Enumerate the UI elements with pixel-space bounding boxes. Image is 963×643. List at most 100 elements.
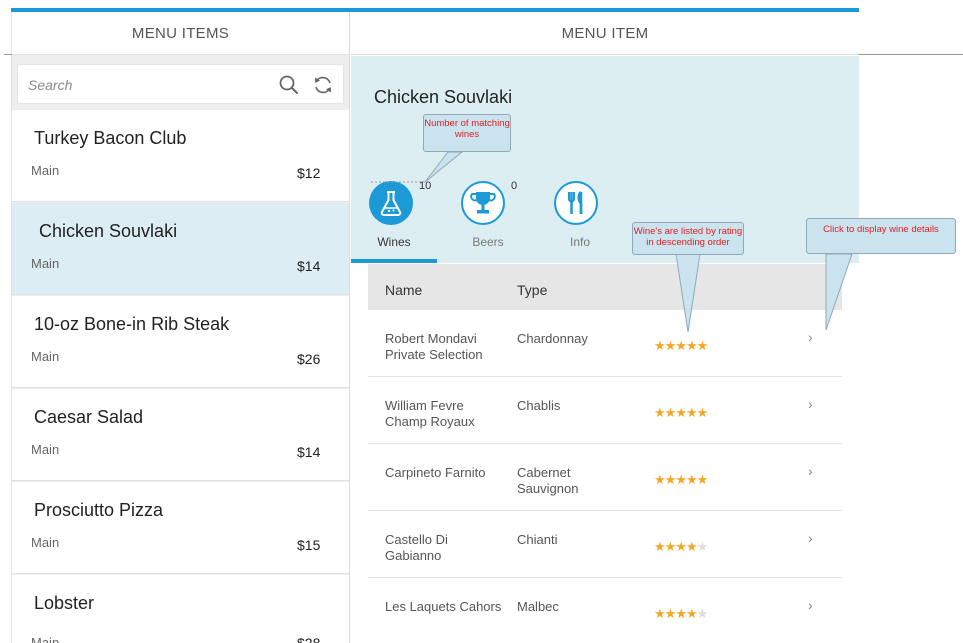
wine-row[interactable]: Robert Mondavi Private Selection Chardon… xyxy=(368,311,842,377)
top-accent-bar xyxy=(11,8,859,12)
star-icon: ★ xyxy=(654,606,666,621)
tab-label: Beers xyxy=(472,235,504,249)
menu-item-category: Main xyxy=(31,163,60,178)
wine-name: Robert Mondavi Private Selection xyxy=(385,331,483,362)
menu-item-category: Main xyxy=(31,349,60,364)
star-icon: ★ xyxy=(654,472,666,487)
column-header-type: Type xyxy=(517,282,548,298)
tab-count: 10 xyxy=(419,180,432,192)
star-icon: ★ xyxy=(664,539,677,554)
star-icon: ★ xyxy=(696,338,709,353)
wine-name: Carpineto Farnito xyxy=(385,465,486,480)
star-icon: ★ xyxy=(696,606,709,621)
star-icon: ★ xyxy=(675,606,687,621)
star-icon: ★ xyxy=(675,338,687,353)
fork-knife-icon xyxy=(554,181,598,225)
tab-beers[interactable]: 0 Beers xyxy=(445,174,531,264)
chevron-right-icon[interactable]: › xyxy=(808,463,813,479)
chevron-right-icon[interactable]: › xyxy=(808,530,813,546)
star-icon: ★ xyxy=(685,472,698,487)
menu-items-panel: MENU ITEMS Turkey Bacon Club Main $12 Ch… xyxy=(12,12,350,643)
app-stage: MENU ITEMS Turkey Bacon Club Main $12 Ch… xyxy=(0,0,963,643)
tab-wines[interactable]: 10 Wines xyxy=(351,174,437,264)
wine-row[interactable]: Castello Di Gabianno Chianti ★★★★★ › xyxy=(368,512,842,578)
wine-type: Chianti xyxy=(517,532,558,547)
star-rating: ★★★★★ xyxy=(654,539,709,555)
menu-item-category: Main xyxy=(31,442,60,457)
tab-label: Info xyxy=(569,235,590,249)
star-icon: ★ xyxy=(696,405,709,420)
star-icon: ★ xyxy=(654,405,666,420)
star-icon: ★ xyxy=(664,405,677,420)
tab-label: Wines xyxy=(377,235,411,249)
menu-item-name: Lobster xyxy=(34,593,95,613)
menu-item-name: Chicken Souvlaki xyxy=(39,221,178,241)
divider-line xyxy=(859,54,963,55)
wine-table-header: Name Type xyxy=(368,264,842,310)
wine-type: Chablis xyxy=(517,398,561,413)
star-icon: ★ xyxy=(696,539,709,554)
wine-name: Les Laquets Cahors xyxy=(385,599,502,614)
star-icon: ★ xyxy=(654,539,666,554)
star-icon: ★ xyxy=(685,405,698,420)
wine-row[interactable]: William Fevre Champ Royaux Chablis ★★★★★… xyxy=(368,378,842,444)
menu-item-category: Main xyxy=(31,635,60,643)
menu-items-header: MENU ITEMS xyxy=(12,12,349,55)
search-icon[interactable] xyxy=(278,74,300,96)
star-icon: ★ xyxy=(675,539,687,554)
divider-line xyxy=(4,54,12,55)
star-rating: ★★★★★ xyxy=(654,405,709,421)
star-icon: ★ xyxy=(654,338,666,353)
menu-item-panel: MENU ITEM Chicken Souvlaki 10 Wines 0 Be… xyxy=(351,12,859,643)
chevron-right-icon[interactable]: › xyxy=(808,329,813,345)
tab-count: 0 xyxy=(511,180,518,192)
menu-item-chicken-souvlaki[interactable]: Chicken Souvlaki Main $14 xyxy=(12,203,349,295)
active-tab-indicator xyxy=(351,259,437,263)
wine-row[interactable]: Carpineto Farnito Cabernet Sauvignon ★★★… xyxy=(368,445,842,511)
chevron-right-icon[interactable]: › xyxy=(808,396,813,412)
star-icon: ★ xyxy=(675,405,687,420)
trophy-icon xyxy=(461,181,505,225)
refresh-icon[interactable] xyxy=(312,74,334,96)
star-icon: ★ xyxy=(696,472,709,487)
tab-info[interactable]: Info xyxy=(537,174,623,264)
star-icon: ★ xyxy=(685,606,698,621)
menu-item-price: $15 xyxy=(297,537,321,553)
wine-type: Chardonnay xyxy=(517,331,588,346)
star-icon: ★ xyxy=(664,338,677,353)
star-icon: ★ xyxy=(664,606,677,621)
menu-item-name: Prosciutto Pizza xyxy=(34,500,164,520)
chevron-right-icon[interactable]: › xyxy=(808,597,813,613)
menu-item-lobster[interactable]: Lobster Main $28 xyxy=(12,575,349,643)
callout-wine-details: Click to display wine details xyxy=(806,218,956,254)
star-icon: ★ xyxy=(675,472,687,487)
item-title: Chicken Souvlaki xyxy=(374,87,513,107)
flask-icon xyxy=(369,181,413,225)
star-icon: ★ xyxy=(664,472,677,487)
menu-item-name: 10-oz Bone-in Rib Steak xyxy=(34,314,230,334)
star-rating: ★★★★★ xyxy=(654,472,709,488)
star-rating: ★★★★★ xyxy=(654,606,709,622)
menu-item-price: $26 xyxy=(297,351,321,367)
menu-item-rib-steak[interactable]: 10-oz Bone-in Rib Steak Main $26 xyxy=(12,296,349,388)
menu-item-prosciutto-pizza[interactable]: Prosciutto Pizza Main $15 xyxy=(12,482,349,574)
callout-matching-wines: Number of matching wines xyxy=(423,114,511,152)
menu-item-turkey-bacon-club[interactable]: Turkey Bacon Club Main $12 xyxy=(12,110,349,202)
search-input[interactable] xyxy=(28,75,248,95)
wine-type: Malbec xyxy=(517,599,559,614)
menu-item-name: Caesar Salad xyxy=(34,407,144,427)
menu-item-caesar-salad[interactable]: Caesar Salad Main $14 xyxy=(12,389,349,481)
search-box xyxy=(17,64,344,104)
wine-type: Cabernet Sauvignon xyxy=(517,465,579,496)
menu-item-category: Main xyxy=(31,256,60,271)
menu-item-price: $14 xyxy=(297,258,321,274)
menu-item-category: Main xyxy=(31,535,60,550)
wine-name: Castello Di Gabianno xyxy=(385,532,448,563)
menu-item-price: $28 xyxy=(297,635,321,643)
star-icon: ★ xyxy=(685,539,698,554)
wine-row[interactable]: Les Laquets Cahors Malbec ★★★★★ › xyxy=(368,579,842,643)
wine-name: William Fevre Champ Royaux xyxy=(385,398,475,429)
column-header-name: Name xyxy=(385,282,423,298)
menu-item-header: MENU ITEM xyxy=(351,12,859,55)
menu-item-price: $12 xyxy=(297,165,321,181)
